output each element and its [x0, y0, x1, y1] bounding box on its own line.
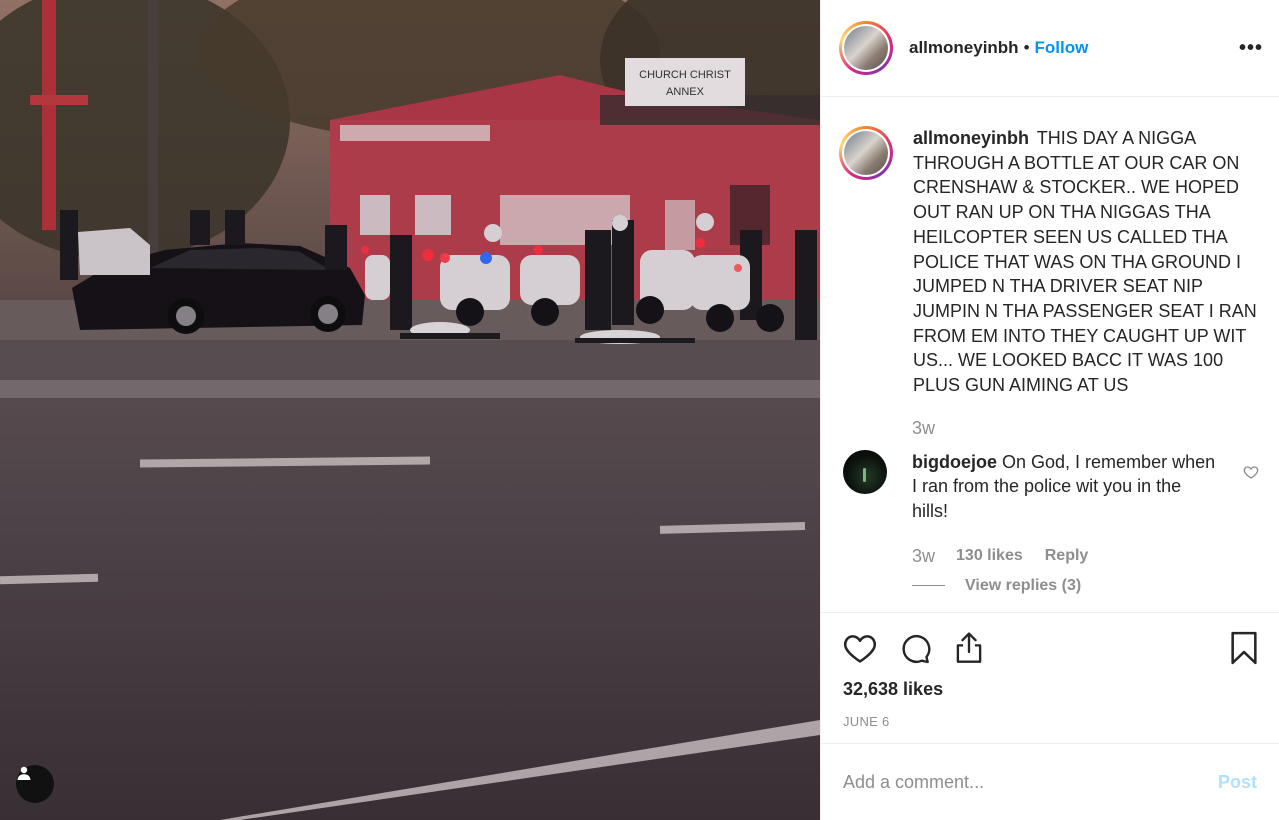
post-date[interactable]: JUNE 6: [843, 714, 1259, 729]
add-comment-bar: Post: [821, 743, 1279, 820]
post-actions: 32,638 likes JUNE 6: [821, 612, 1279, 729]
heart-outline-small-icon: [1243, 466, 1259, 479]
caption-timestamp[interactable]: 3w: [912, 418, 1261, 439]
view-replies-label: View replies (3): [965, 576, 1082, 594]
commenter-avatar[interactable]: [843, 449, 887, 494]
user-tag-icon: [17, 766, 31, 780]
share-button[interactable]: [953, 631, 985, 665]
caption-author-avatar[interactable]: [839, 126, 893, 180]
post-photo[interactable]: CHURCH CHRIST ANNEX: [0, 0, 820, 820]
caption-text: THIS DAY A NIGGA THROUGH A BOTTLE AT OUR…: [913, 128, 1257, 396]
like-button[interactable]: [843, 632, 877, 664]
caption-username[interactable]: allmoneyinbh: [913, 128, 1029, 148]
commenter-username[interactable]: bigdoejoe: [912, 452, 997, 472]
post-caption: allmoneyinbh THIS DAY A NIGGA THROUGH A …: [839, 126, 1261, 398]
comment-timestamp[interactable]: 3w: [912, 546, 935, 567]
like-count[interactable]: 32,638 likes: [843, 679, 1259, 700]
comment-bubble-icon: [902, 635, 931, 664]
tagged-users-button[interactable]: [16, 765, 54, 803]
comments-section[interactable]: allmoneyinbh THIS DAY A NIGGA THROUGH A …: [821, 98, 1279, 608]
post-side-panel: allmoneyinbh • Follow ••• allmoneyinbh T…: [820, 0, 1279, 820]
more-options-button[interactable]: •••: [1239, 37, 1263, 60]
comment-button[interactable]: [899, 632, 931, 664]
comment-item: bigdoejoe On God, I remember when I ran …: [839, 449, 1261, 524]
comment-like-button[interactable]: [1243, 464, 1259, 485]
separator-dot: •: [1023, 38, 1030, 57]
comment-likes[interactable]: 130 likes: [956, 547, 1023, 565]
replies-divider-line: [912, 585, 945, 587]
author-avatar[interactable]: [839, 21, 893, 75]
comment-meta: 3w 130 likes Reply: [912, 546, 1261, 567]
share-icon: [956, 632, 982, 663]
author-username[interactable]: allmoneyinbh: [909, 38, 1019, 58]
follow-button[interactable]: Follow: [1035, 38, 1089, 58]
add-comment-input[interactable]: [843, 771, 1218, 793]
view-replies-button[interactable]: View replies (3): [912, 577, 1261, 595]
post-header: allmoneyinbh • Follow •••: [821, 0, 1279, 97]
heart-icon: [844, 635, 876, 663]
comment-reply-button[interactable]: Reply: [1045, 547, 1089, 565]
bookmark-icon: [1231, 631, 1257, 665]
save-button[interactable]: [1229, 631, 1259, 665]
post-comment-button[interactable]: Post: [1218, 772, 1257, 793]
photo-scene: CHURCH CHRIST ANNEX: [0, 0, 820, 820]
